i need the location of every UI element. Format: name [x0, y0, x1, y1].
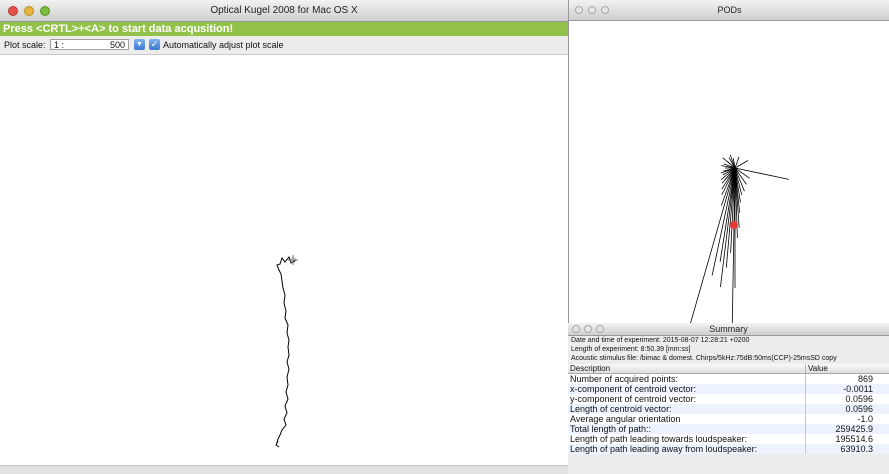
- auto-adjust-checkbox[interactable]: ✓: [149, 39, 160, 50]
- row-description: x-component of centroid vector:: [568, 384, 806, 394]
- row-value: 0.0596: [805, 404, 889, 414]
- plot-scale-field[interactable]: 1 : 500: [50, 39, 129, 50]
- trajectory-path: [276, 255, 297, 444]
- table-row[interactable]: Number of acquired points: 869: [568, 373, 889, 384]
- pods-plot: [690, 154, 789, 323]
- row-value: -1.0: [805, 414, 889, 424]
- scale-value: 500: [109, 40, 125, 50]
- trajectory-canvas: [275, 255, 298, 448]
- pod-marker: [730, 221, 738, 229]
- row-value: 195514.6: [805, 434, 889, 444]
- row-description: Number of acquired points:: [568, 373, 806, 384]
- pods-titlebar[interactable]: PODs: [569, 0, 889, 21]
- row-value: 869: [805, 373, 889, 384]
- plot-scale-label: Plot scale:: [4, 40, 46, 50]
- zoom-icon[interactable]: [596, 325, 604, 333]
- row-description: Length of centroid vector:: [568, 404, 806, 414]
- status-banner: Press <CRTL>+<A> to start data acqusitio…: [0, 22, 568, 36]
- auto-adjust-label: Automatically adjust plot scale: [163, 40, 284, 50]
- row-value: 0.0596: [805, 394, 889, 404]
- zoom-icon[interactable]: [601, 6, 609, 14]
- meta-line-stimulus: Acoustic stimulus file: /bimac & domest.…: [571, 355, 837, 362]
- main-statusbar: [0, 465, 568, 474]
- minimize-icon[interactable]: [24, 6, 34, 16]
- trajectory-plot: [0, 55, 568, 465]
- row-description: Average angular orientation: [568, 414, 806, 424]
- table-row[interactable]: y-component of centroid vector: 0.0596: [568, 394, 889, 404]
- table-row[interactable]: Length of centroid vector: 0.0596: [568, 404, 889, 414]
- zoom-icon[interactable]: [40, 6, 50, 16]
- close-icon[interactable]: [8, 6, 18, 16]
- minimize-icon[interactable]: [588, 6, 596, 14]
- close-icon[interactable]: [572, 325, 580, 333]
- close-icon[interactable]: [575, 6, 583, 14]
- row-value: -0.0011: [805, 384, 889, 394]
- table-row[interactable]: x-component of centroid vector: -0.0011: [568, 384, 889, 394]
- crosshair-icon: [288, 255, 298, 265]
- meta-line-length: Length of experiment: 8:50.39 [mm:ss]: [571, 346, 691, 353]
- row-description: Total length of path::: [568, 424, 806, 434]
- pods-window: PODs: [568, 0, 889, 323]
- scale-prefix: 1 :: [54, 40, 65, 50]
- row-description: Length of path leading towards loudspeak…: [568, 434, 806, 444]
- column-header-value[interactable]: Value: [805, 364, 889, 374]
- table-row[interactable]: Length of path leading towards loudspeak…: [568, 434, 889, 444]
- main-titlebar[interactable]: Optical Kugel 2008 for Mac OS X: [0, 0, 568, 22]
- table-row[interactable]: Total length of path:: 259425.9: [568, 424, 889, 434]
- summary-table: Description Value Number of acquired poi…: [568, 364, 889, 454]
- row-value: 63910.3: [805, 444, 889, 454]
- experiment-meta: Date and time of experiment: 2015-08-07 …: [571, 336, 837, 363]
- minimize-icon[interactable]: [584, 325, 592, 333]
- main-window: Optical Kugel 2008 for Mac OS X Press <C…: [0, 0, 568, 474]
- summary-header-row: Description Value: [568, 364, 889, 374]
- table-row[interactable]: Length of path leading away from loudspe…: [568, 444, 889, 454]
- table-row[interactable]: Average angular orientation -1.0: [568, 414, 889, 424]
- column-header-description[interactable]: Description: [568, 364, 806, 374]
- row-description: y-component of centroid vector:: [568, 394, 806, 404]
- summary-titlebar[interactable]: Summary: [568, 323, 889, 336]
- scale-dropdown-icon[interactable]: ▼: [134, 39, 145, 50]
- row-value: 259425.9: [805, 424, 889, 434]
- pod-rays: [690, 154, 789, 323]
- main-window-title: Optical Kugel 2008 for Mac OS X: [210, 5, 358, 16]
- row-description: Length of path leading away from loudspe…: [568, 444, 806, 454]
- summary-window: Summary Date and time of experiment: 201…: [568, 323, 889, 474]
- summary-window-title: Summary: [709, 324, 748, 334]
- meta-line-datetime: Date and time of experiment: 2015-08-07 …: [571, 337, 750, 344]
- pods-window-title: PODs: [717, 5, 742, 15]
- plot-scale-toolbar: Plot scale: 1 : 500 ▼ ✓ Automatically ad…: [0, 36, 568, 55]
